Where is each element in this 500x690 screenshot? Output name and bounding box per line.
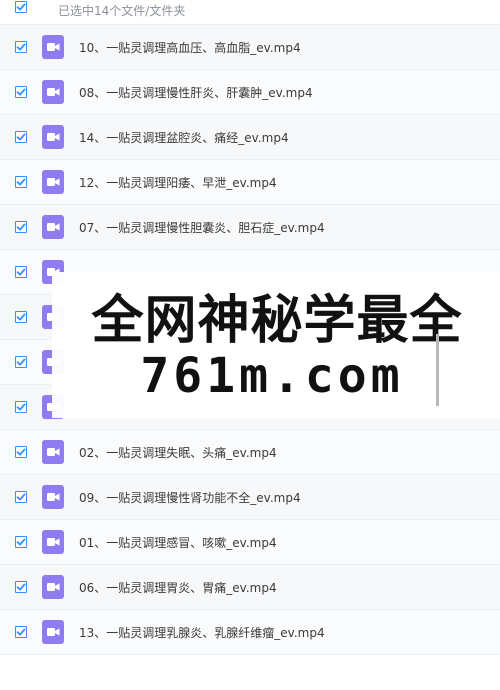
- check-icon: [16, 133, 26, 141]
- file-checkbox[interactable]: [15, 491, 27, 503]
- file-checkbox[interactable]: [15, 446, 27, 458]
- file-checkbox[interactable]: [15, 41, 27, 53]
- file-row[interactable]: 07、一贴灵调理慢性胆囊炎、胆石症_ev.mp4: [0, 205, 500, 250]
- file-name[interactable]: 13、一贴灵调理乳腺炎、乳腺纤维瘤_ev.mp4: [79, 624, 325, 641]
- watermark-url: 761m.com: [140, 348, 404, 404]
- check-icon: [16, 313, 26, 321]
- check-icon: [16, 178, 26, 186]
- check-icon: [16, 403, 26, 411]
- file-name[interactable]: 07、一贴灵调理慢性胆囊炎、胆石症_ev.mp4: [79, 219, 325, 236]
- watermark-title: 全网神秘学最全: [91, 291, 463, 351]
- video-file-icon: [42, 215, 64, 239]
- file-name[interactable]: 09、一贴灵调理慢性肾功能不全_ev.mp4: [79, 489, 301, 506]
- file-name[interactable]: 12、一贴灵调理阳痿、早泄_ev.mp4: [79, 174, 277, 191]
- watermark-divider: [436, 334, 439, 406]
- video-file-icon: [42, 35, 64, 59]
- file-checkbox[interactable]: [15, 221, 27, 233]
- check-icon: [16, 628, 26, 636]
- video-file-icon: [42, 485, 64, 509]
- file-row[interactable]: 02、一贴灵调理失眠、头痛_ev.mp4: [0, 430, 500, 475]
- check-icon: [16, 448, 26, 456]
- file-checkbox[interactable]: [15, 401, 27, 413]
- check-icon: [16, 268, 26, 276]
- file-checkbox[interactable]: [15, 86, 27, 98]
- file-checkbox[interactable]: [15, 266, 27, 278]
- file-name[interactable]: 01、一贴灵调理感冒、咳嗽_ev.mp4: [79, 534, 277, 551]
- file-row[interactable]: 10、一贴灵调理高血压、高血脂_ev.mp4: [0, 25, 500, 70]
- selection-count-text: 已选中14个文件/文件夹: [58, 4, 186, 18]
- select-all-checkbox[interactable]: [15, 1, 27, 13]
- video-file-icon: [42, 440, 64, 464]
- file-row[interactable]: 09、一贴灵调理慢性肾功能不全_ev.mp4: [0, 475, 500, 520]
- video-file-icon: [42, 620, 64, 644]
- selection-header: 已选中14个文件/文件夹: [0, 0, 500, 20]
- video-file-icon: [42, 575, 64, 599]
- file-name[interactable]: 10、一贴灵调理高血压、高血脂_ev.mp4: [79, 39, 301, 56]
- file-checkbox[interactable]: [15, 356, 27, 368]
- file-row[interactable]: 06、一贴灵调理胃炎、胃痛_ev.mp4: [0, 565, 500, 610]
- video-file-icon: [42, 530, 64, 554]
- check-icon: [16, 358, 26, 366]
- watermark-overlay: 全网神秘学最全 761m.com: [52, 272, 500, 418]
- file-row[interactable]: 13、一贴灵调理乳腺炎、乳腺纤维瘤_ev.mp4: [0, 610, 500, 655]
- file-row[interactable]: 08、一贴灵调理慢性肝炎、肝囊肿_ev.mp4: [0, 70, 500, 115]
- file-checkbox[interactable]: [15, 536, 27, 548]
- video-file-icon: [42, 125, 64, 149]
- file-checkbox[interactable]: [15, 176, 27, 188]
- file-name[interactable]: 08、一贴灵调理慢性肝炎、肝囊肿_ev.mp4: [79, 84, 313, 101]
- video-file-icon: [42, 80, 64, 104]
- check-icon: [16, 88, 26, 96]
- check-icon: [16, 583, 26, 591]
- check-icon: [16, 493, 26, 501]
- file-row[interactable]: 14、一贴灵调理盆腔炎、痛经_ev.mp4: [0, 115, 500, 160]
- video-file-icon: [42, 170, 64, 194]
- file-checkbox[interactable]: [15, 311, 27, 323]
- file-name[interactable]: 06、一贴灵调理胃炎、胃痛_ev.mp4: [79, 579, 277, 596]
- file-checkbox[interactable]: [15, 581, 27, 593]
- file-row[interactable]: 12、一贴灵调理阳痿、早泄_ev.mp4: [0, 160, 500, 205]
- file-name[interactable]: 02、一贴灵调理失眠、头痛_ev.mp4: [79, 444, 277, 461]
- file-name[interactable]: 14、一贴灵调理盆腔炎、痛经_ev.mp4: [79, 129, 289, 146]
- file-checkbox[interactable]: [15, 626, 27, 638]
- check-icon: [16, 538, 26, 546]
- check-icon: [16, 43, 26, 51]
- check-icon: [16, 223, 26, 231]
- check-icon: [16, 3, 26, 11]
- file-row[interactable]: 01、一贴灵调理感冒、咳嗽_ev.mp4: [0, 520, 500, 565]
- file-checkbox[interactable]: [15, 131, 27, 143]
